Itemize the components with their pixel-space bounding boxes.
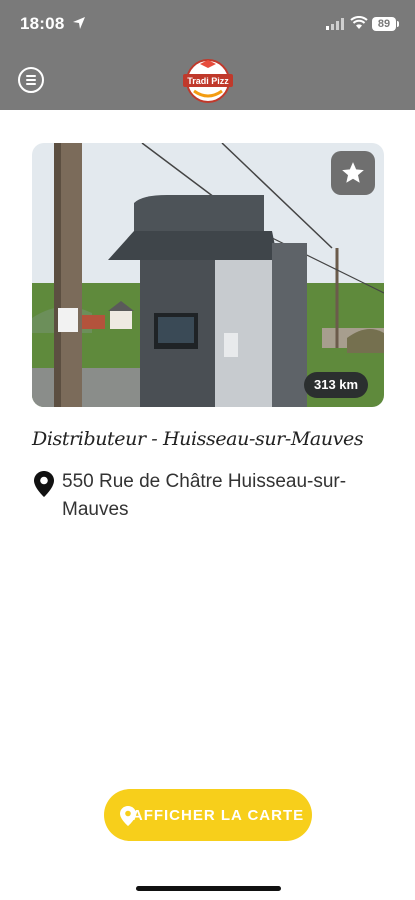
menu-icon-line: [26, 75, 36, 77]
menu-button[interactable]: [18, 67, 44, 93]
cellular-signal-icon: [326, 18, 344, 30]
menu-icon-line: [26, 83, 36, 85]
status-bar: 18:08 89: [0, 0, 415, 52]
menu-icon-line: [26, 79, 36, 81]
location-pin-icon: [34, 471, 54, 497]
battery-tip: [397, 21, 399, 27]
status-time: 18:08: [20, 14, 65, 33]
vending-machine-photo: 313 km: [32, 143, 384, 407]
home-indicator[interactable]: [136, 886, 281, 891]
distance-badge: 313 km: [304, 372, 369, 398]
address-row: 550 Rue de Châtre Huisseau-sur-Mauves: [34, 468, 384, 524]
location-arrow-icon: [73, 17, 85, 29]
wifi-icon: [350, 16, 368, 29]
favorite-button[interactable]: [331, 151, 375, 195]
logo-text: Tradi Pizz: [187, 76, 229, 86]
place-title: Distributeur - Huisseau-sur-Mauves: [32, 428, 364, 450]
map-pin-icon: [120, 806, 136, 826]
show-map-button[interactable]: AFFICHER LA CARTE: [104, 789, 312, 841]
address-text: 550 Rue de Châtre Huisseau-sur-Mauves: [62, 471, 347, 520]
app-header: Tradi Pizz: [0, 52, 415, 110]
star-icon: [342, 162, 364, 183]
tradi-pizz-logo: Tradi Pizz: [183, 59, 233, 103]
battery-indicator: 89: [372, 17, 396, 31]
